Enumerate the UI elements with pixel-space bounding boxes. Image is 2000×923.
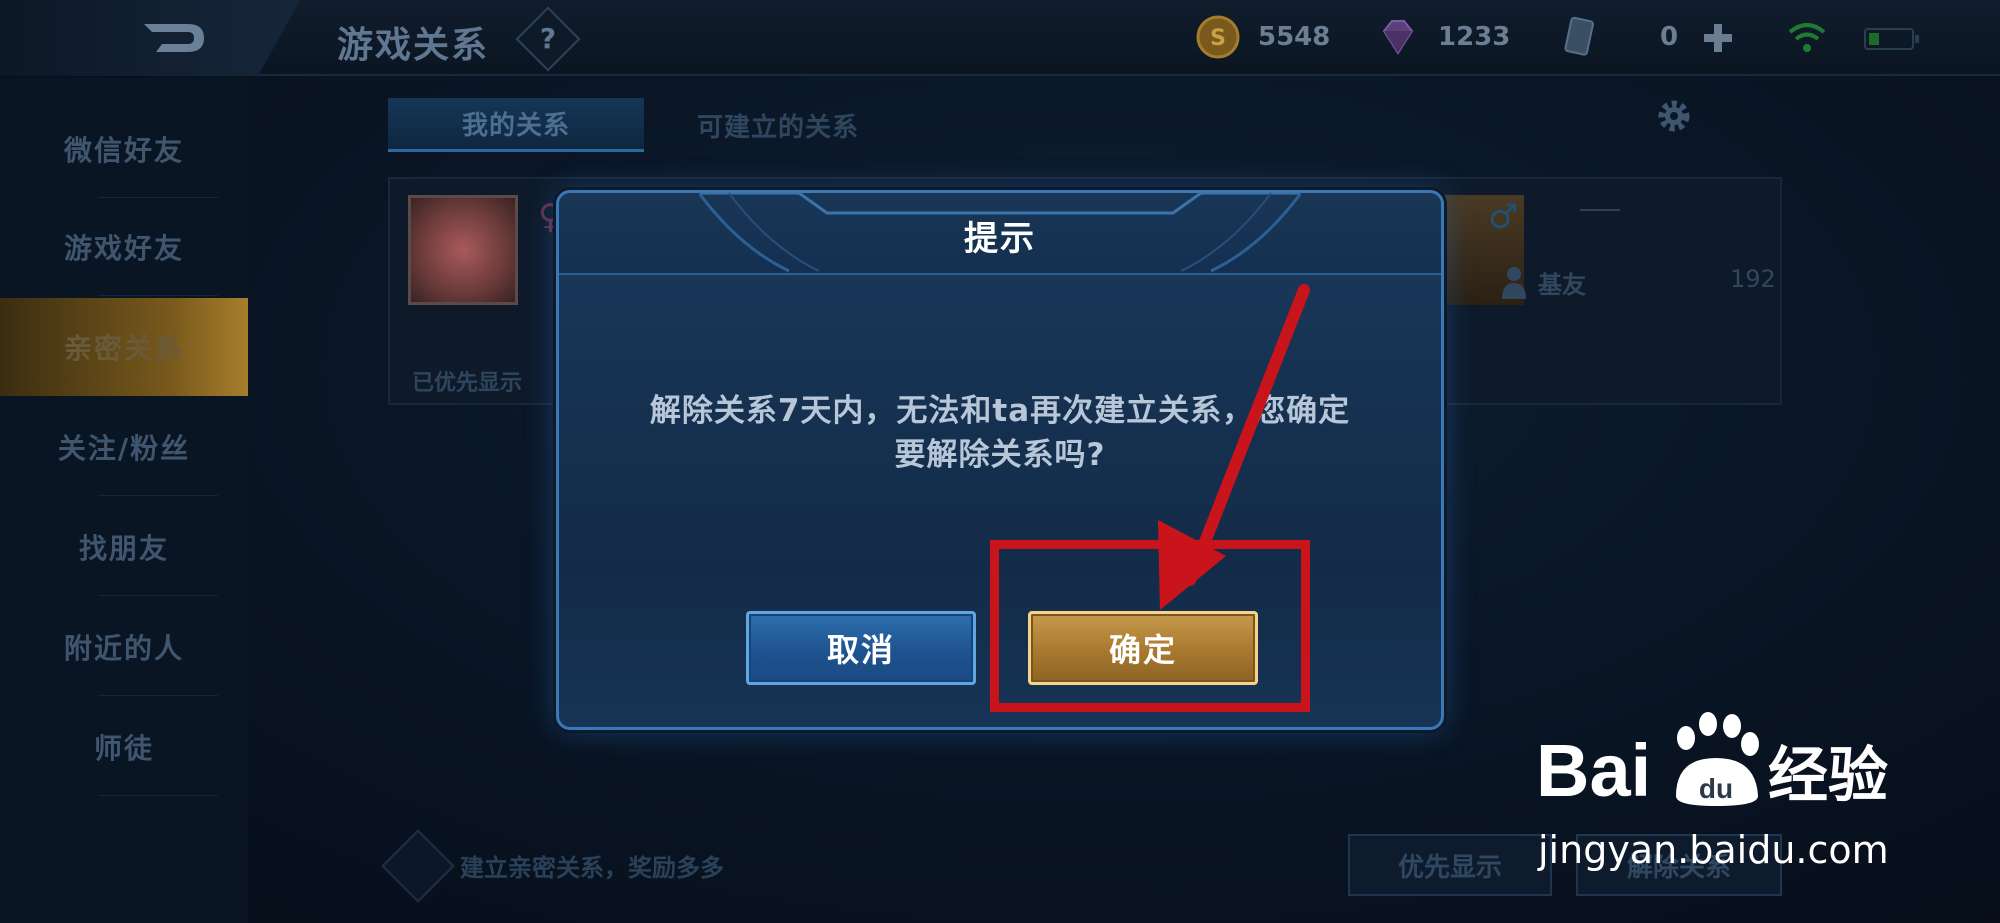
game-relations-screen: 游戏关系 ? S 5548 1233 0 微信好友 游戏好友 亲密关系 关注/粉…: [0, 0, 2000, 923]
tab-my-relations[interactable]: 我的关系: [388, 98, 644, 152]
tab-available-relations[interactable]: 可建立的关系: [678, 98, 878, 152]
gem-currency: 1233: [1376, 14, 1510, 60]
svg-text:S: S: [1210, 26, 1226, 51]
ticket-currency: 0: [1556, 14, 1678, 60]
gem-amount: 1233: [1438, 22, 1511, 52]
sidebar-item-wechat-friends[interactable]: 微信好友: [0, 100, 248, 198]
male-icon: ♂: [1488, 197, 1519, 237]
gold-amount: 5548: [1258, 22, 1331, 52]
sidebar-item-find-friends[interactable]: 找朋友: [0, 498, 248, 596]
svg-text:Bai: Bai: [1536, 729, 1651, 812]
gold-coin-icon: S: [1196, 15, 1240, 59]
ticket-amount: 0: [1660, 22, 1679, 52]
gift-icon: [381, 829, 455, 903]
sidebar: 微信好友 游戏好友 亲密关系 关注/粉丝 找朋友 附近的人 师徒: [0, 78, 248, 923]
avatar: [408, 195, 518, 305]
help-button[interactable]: ?: [515, 6, 581, 72]
sidebar-item-follow-fans[interactable]: 关注/粉丝: [0, 398, 248, 496]
annotation-arrow: [1158, 284, 1310, 610]
plus-icon[interactable]: [1700, 20, 1736, 56]
top-bar: 游戏关系 ? S 5548 1233 0: [0, 0, 2000, 76]
priority-status: 已优先显示: [412, 371, 523, 396]
help-icon: ?: [539, 22, 557, 55]
baidu-jingyan-watermark: Bai du 经验 jingyan.baidu.com: [1536, 706, 1900, 876]
gem-icon: [1382, 20, 1414, 55]
intimacy-value: 192: [1730, 265, 1776, 293]
bottom-hint: 建立亲密关系，奖励多多: [460, 854, 724, 882]
wifi-icon: [1788, 23, 1826, 52]
svg-text:经验: 经验: [1768, 741, 1888, 811]
baidu-logo: Bai du 经验: [1536, 712, 1888, 812]
relation-tabs: 我的关系 可建立的关系: [388, 98, 1782, 152]
watermark-url: jingyan.baidu.com: [1538, 828, 1889, 872]
cancel-button[interactable]: 取消: [746, 611, 976, 685]
sidebar-item-game-friends[interactable]: 游戏好友: [0, 198, 248, 296]
sidebar-item-mentor[interactable]: 师徒: [0, 698, 248, 796]
relation-type: 基友: [1538, 271, 1586, 299]
back-button[interactable]: [0, 0, 300, 76]
gear-icon[interactable]: [1654, 96, 1694, 136]
dialog-title: 提示: [964, 219, 1036, 259]
gold-currency: S 5548: [1196, 14, 1330, 60]
svg-text:du: du: [1699, 773, 1733, 804]
priority-display-button[interactable]: 优先显示: [1348, 834, 1552, 896]
ticket-icon: [1564, 16, 1594, 56]
sidebar-item-nearby[interactable]: 附近的人: [0, 598, 248, 696]
battery-icon: [1864, 28, 1919, 50]
page-title: 游戏关系: [337, 25, 490, 66]
divider: [1580, 209, 1620, 211]
relation-icon: [1502, 267, 1526, 299]
dialog-header: 提示: [559, 191, 1441, 275]
sidebar-item-intimate[interactable]: 亲密关系: [0, 298, 248, 396]
back-arrow-icon: [144, 24, 204, 52]
